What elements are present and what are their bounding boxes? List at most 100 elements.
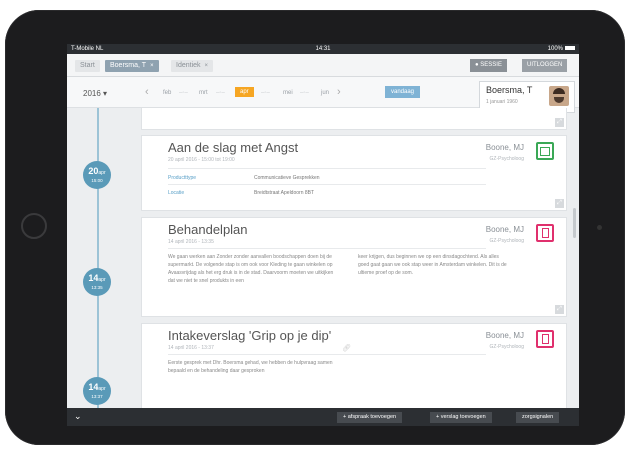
card-role: GZ-Psycholoog bbox=[489, 156, 524, 162]
button-label: afspraak toevoegen bbox=[347, 414, 397, 420]
add-report-button[interactable]: + verslag toevoegen bbox=[430, 412, 492, 423]
home-button[interactable] bbox=[21, 213, 47, 239]
button-label: verslag toevoegen bbox=[440, 414, 486, 420]
node-time: 13:35 bbox=[91, 285, 103, 290]
session-button[interactable]: ● SESSIE bbox=[470, 59, 507, 72]
timeline-node: 14apr 13:35 bbox=[83, 268, 111, 296]
tab-boersma[interactable]: Boersma, T × bbox=[105, 60, 159, 72]
avatar-beard bbox=[554, 97, 564, 103]
card-author: Boone, MJ bbox=[485, 143, 524, 152]
card-appointment[interactable]: Aan de slag met Angst 20 april 2016 - 15… bbox=[141, 135, 567, 211]
month-separator-icon: –◦– bbox=[179, 90, 188, 96]
timeline-node: 20apr 15:00 bbox=[83, 161, 111, 189]
timeline-node: 14apr 13:37 bbox=[83, 377, 111, 405]
card-text-left: We gaan werken aan Zonder zonder aanvall… bbox=[168, 254, 334, 284]
battery-percent: 100% bbox=[547, 46, 563, 52]
month-feb[interactable]: feb bbox=[163, 90, 171, 96]
add-appointment-button[interactable]: + afspraak toevoegen bbox=[337, 412, 403, 423]
chevron-left-icon[interactable]: ‹ bbox=[145, 86, 149, 98]
user-icon: ● bbox=[475, 62, 479, 68]
card-author: Boone, MJ bbox=[485, 225, 524, 234]
avatar bbox=[549, 86, 569, 106]
card-role: GZ-Psycholoog bbox=[489, 344, 524, 350]
chevron-down-icon[interactable]: ⌄ bbox=[74, 411, 82, 422]
card-behandelplan[interactable]: Behandelplan 14 april 2016 - 13:35 Boone… bbox=[141, 217, 567, 317]
calendar-icon[interactable] bbox=[536, 142, 554, 160]
scrollbar[interactable] bbox=[573, 208, 576, 238]
avatar-hair bbox=[553, 88, 565, 94]
camera-dot bbox=[597, 225, 602, 230]
clock: 14:31 bbox=[315, 46, 331, 52]
patient-name: Boersma, T bbox=[486, 85, 533, 95]
close-icon[interactable]: × bbox=[205, 63, 209, 69]
date-navigation: 2016 ▾ ‹ feb –◦– mrt –◦– apr –◦– mei –◦–… bbox=[67, 77, 579, 113]
card-date: 14 april 2016 - 13:35 bbox=[168, 239, 214, 245]
expand-icon[interactable]: ⤢ bbox=[555, 305, 564, 314]
logout-label: UITLOGGEN bbox=[527, 62, 563, 68]
button-label: zorgsignalen bbox=[522, 414, 554, 420]
timeline-line bbox=[97, 108, 99, 408]
field-producttype: Productttype Communicatieve Gesprekken bbox=[168, 175, 320, 181]
month-separator-icon: –◦– bbox=[300, 90, 309, 96]
link-icon[interactable]: 🔗︎ bbox=[342, 344, 351, 352]
card-text-right: keer krijgen, dus beginnen we op een din… bbox=[358, 254, 507, 276]
month-mrt[interactable]: mrt bbox=[199, 90, 208, 96]
today-button[interactable]: vandaag bbox=[385, 86, 421, 98]
divider bbox=[168, 248, 486, 249]
month-jun[interactable]: jun bbox=[321, 90, 329, 96]
node-month: apr bbox=[98, 170, 106, 176]
expand-icon[interactable]: ⤢ bbox=[555, 118, 564, 127]
node-month: apr bbox=[98, 386, 106, 392]
month-separator-icon: –◦– bbox=[261, 90, 270, 96]
tab-label: Identiek bbox=[176, 62, 201, 69]
chevron-right-icon[interactable]: › bbox=[337, 86, 341, 98]
field-value: Breidtstraat Apeldoorn 8BT bbox=[254, 190, 315, 196]
plus-icon: + bbox=[343, 414, 347, 420]
tab-identiek[interactable]: Identiek × bbox=[171, 60, 214, 72]
card-text-left: Eerste gesprek met Dhr. Boersma gehad, w… bbox=[168, 360, 333, 374]
field-key: Productttype bbox=[168, 175, 197, 181]
month-mei[interactable]: mei bbox=[283, 90, 293, 96]
timeline-content: 20apr 15:00 14apr 13:35 14apr 13:37 ⤢ Aa… bbox=[67, 108, 579, 408]
tab-label: Boersma, T bbox=[110, 62, 147, 69]
tablet-frame: T-Mobile NL 14:31 100% Start Boersma, T ×… bbox=[5, 10, 625, 445]
card-date: 20 april 2016 - 15:00 tot 19:00 bbox=[168, 157, 235, 163]
session-label: SESSIE bbox=[480, 62, 502, 68]
patient-dob: 1 januari 1960 bbox=[486, 99, 518, 105]
node-day: 14 bbox=[88, 273, 99, 283]
battery-icon bbox=[565, 46, 575, 51]
card-role: GZ-Psycholoog bbox=[489, 238, 524, 244]
node-month: apr bbox=[98, 277, 106, 283]
node-day: 20 bbox=[88, 166, 99, 176]
card-title: Aan de slag met Angst bbox=[168, 140, 299, 155]
logout-button[interactable]: UITLOGGEN bbox=[522, 59, 568, 72]
document-icon[interactable] bbox=[536, 330, 554, 348]
card-author: Boone, MJ bbox=[485, 331, 524, 340]
node-time: 13:37 bbox=[91, 394, 103, 399]
status-bar: T-Mobile NL 14:31 100% bbox=[67, 44, 579, 54]
card-previous[interactable]: ⤢ bbox=[141, 108, 567, 130]
expand-icon[interactable]: ⤢ bbox=[555, 199, 564, 208]
card-title: Behandelplan bbox=[168, 222, 248, 237]
app-screen: T-Mobile NL 14:31 100% Start Boersma, T ×… bbox=[67, 44, 579, 426]
care-signals-button[interactable]: zorgsignalen bbox=[516, 412, 560, 423]
year-selector[interactable]: 2016 ▾ bbox=[83, 89, 107, 98]
month-separator-icon: –◦– bbox=[216, 90, 225, 96]
document-icon[interactable] bbox=[536, 224, 554, 242]
bottom-toolbar: ⌄ + afspraak toevoegen + verslag toevoeg… bbox=[67, 408, 579, 426]
card-title: Intakeverslag 'Grip op je dip' bbox=[168, 328, 332, 343]
tab-bar: Start Boersma, T × Identiek × ● SESSIE UIT… bbox=[67, 54, 579, 77]
field-locatie: Locatie Breidtstraat Apeldoorn 8BT bbox=[168, 190, 314, 196]
field-key: Locatie bbox=[168, 190, 185, 196]
divider bbox=[168, 354, 486, 355]
divider bbox=[168, 184, 486, 185]
battery-indicator: 100% bbox=[548, 44, 575, 54]
node-time: 15:00 bbox=[91, 178, 103, 183]
field-value: Communicatieve Gesprekken bbox=[254, 175, 320, 181]
card-intakeverslag[interactable]: Intakeverslag 'Grip op je dip' 14 april … bbox=[141, 323, 567, 408]
month-apr[interactable]: apr bbox=[235, 87, 254, 97]
tab-label: Start bbox=[80, 62, 95, 69]
close-icon[interactable]: × bbox=[150, 63, 154, 69]
tab-start[interactable]: Start bbox=[75, 60, 100, 72]
plus-icon: + bbox=[436, 414, 440, 420]
